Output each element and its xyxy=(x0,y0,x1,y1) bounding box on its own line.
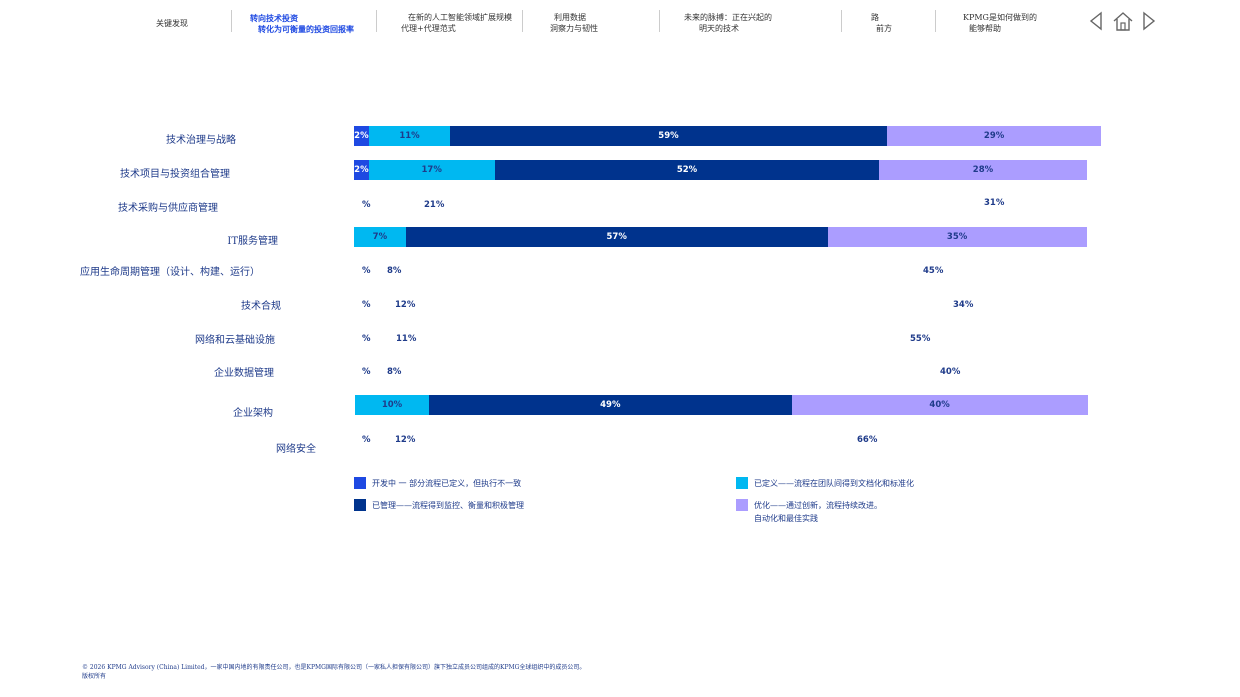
maturity-stacked-bar-chart: 技术治理与战略 2% 11% 59% 29% 技术项目与投资组合管理 2% 17% 52% 28%… xyxy=(0,110,1240,460)
legend-swatch xyxy=(354,477,366,489)
data-label: 40% xyxy=(929,400,950,410)
nav-separator xyxy=(231,10,232,32)
nav-item-future-pulse[interactable]: 未来的脉搏：正在兴起的 明天的技术 xyxy=(684,12,772,34)
nav-item-label: 在新的人工智能领域扩展规模 xyxy=(408,13,512,22)
nav-item-label-2: 转化为可衡量的投资回报率 xyxy=(258,24,354,34)
data-label: 7% xyxy=(372,232,388,242)
category-label: 企业架构 xyxy=(233,408,273,419)
data-label: 12% xyxy=(395,300,416,310)
footer-copyright: © 2026 KPMG Advisory (China) Limited，一家中… xyxy=(82,663,585,681)
category-label: 应用生命周期管理（设计、构建、运行） xyxy=(80,267,260,278)
category-label: 技术采购与供应商管理 xyxy=(118,203,218,214)
category-label: 网络安全 xyxy=(276,444,316,455)
nav-separator xyxy=(522,10,523,32)
category-label: 网络和云基础设施 xyxy=(195,335,275,346)
legend-label: 已管理——流程得到监控、衡量和积极管理 xyxy=(372,501,524,510)
data-label: 59% xyxy=(658,131,679,141)
nav-item-label: 转向技术投资 xyxy=(250,13,298,23)
data-label: 49% xyxy=(600,400,621,410)
copyright-text: © 2026 KPMG Advisory (China) Limited，一家中… xyxy=(82,664,586,671)
data-label: 17% xyxy=(421,165,442,175)
nav-separator xyxy=(935,10,936,32)
legend-label: 开发中 一 部分流程已定义，但执行不一致 xyxy=(372,479,522,488)
data-label: % xyxy=(362,300,371,310)
data-label: 35% xyxy=(946,232,968,242)
legend-swatch xyxy=(736,499,748,511)
nav-item-road-ahead[interactable]: 路 前方 xyxy=(871,12,892,34)
data-label: % xyxy=(362,334,371,344)
nav-item-ai-scale[interactable]: 在新的人工智能领域扩展规模 代理+代理范式 xyxy=(401,12,512,34)
legend-label-line2: 自动化和最佳实践 xyxy=(754,514,818,523)
data-label: 57% xyxy=(606,232,627,242)
data-label: 34% xyxy=(953,300,974,310)
data-label: 66% xyxy=(857,435,878,445)
data-label: 11% xyxy=(396,334,417,344)
data-label: 52% xyxy=(676,165,698,175)
legend-item-managed: 已管理——流程得到监控、衡量和积极管理 xyxy=(354,499,612,512)
data-label: 55% xyxy=(910,334,931,344)
data-label: 12% xyxy=(395,435,416,445)
nav-item-label: 未来的脉搏：正在兴起的 xyxy=(684,13,772,22)
data-label: % xyxy=(362,266,371,276)
data-label: 45% xyxy=(923,266,944,276)
data-label: 40% xyxy=(940,367,961,377)
legend-swatch xyxy=(736,477,748,489)
legend-item-optimized: 优化——通过创新，流程持续改进。 自动化和最佳实践 xyxy=(736,499,994,525)
nav-separator xyxy=(376,10,377,32)
category-label: 企业数据管理 xyxy=(214,368,274,379)
data-label: % xyxy=(362,367,371,377)
legend-label: 已定义——流程在团队间得到文档化和标准化 xyxy=(754,479,914,488)
data-label: 31% xyxy=(984,198,1005,208)
data-label: 11% xyxy=(399,131,420,141)
data-label: 28% xyxy=(972,165,994,175)
legend-label: 优化——通过创新，流程持续改进。 自动化和最佳实践 xyxy=(754,499,994,525)
nav-item-label: 关键发现 xyxy=(156,19,188,28)
previous-arrow-icon[interactable] xyxy=(1089,11,1103,31)
category-label: 技术合规 xyxy=(241,301,281,312)
data-label: 21% xyxy=(424,200,445,210)
nav-item-data-insight[interactable]: 利用数据 洞察力与韧性 xyxy=(550,12,598,34)
data-label: 10% xyxy=(381,400,403,410)
next-arrow-icon[interactable] xyxy=(1142,11,1156,31)
nav-item-tech-investment-roi[interactable]: 转向技术投资 转化为可衡量的投资回报率 xyxy=(250,13,354,35)
nav-item-label-2: 明天的技术 xyxy=(699,24,739,33)
home-icon[interactable] xyxy=(1112,10,1134,32)
nav-separator xyxy=(659,10,660,32)
data-label: 2% xyxy=(354,165,369,175)
legend-item-developing: 开发中 一 部分流程已定义，但执行不一致 xyxy=(354,477,612,490)
legend-item-defined: 已定义——流程在团队间得到文档化和标准化 xyxy=(736,477,994,490)
category-label: IT服务管理 xyxy=(227,236,278,247)
nav-item-label: 利用数据 xyxy=(554,13,586,22)
nav-item-label: 路 xyxy=(871,13,879,22)
nav-item-label: KPMG是如何做到的 xyxy=(963,13,1037,22)
data-label: 29% xyxy=(983,131,1005,141)
data-label: % xyxy=(362,435,371,445)
top-navigation: 关键发现 转向技术投资 转化为可衡量的投资回报率 在新的人工智能领域扩展规模 代… xyxy=(0,0,1240,44)
nav-separator xyxy=(841,10,842,32)
nav-item-label-2: 前方 xyxy=(876,24,892,33)
category-label: 技术项目与投资组合管理 xyxy=(120,169,230,180)
legend-label-line1: 优化——通过创新，流程持续改进。 xyxy=(754,501,882,510)
nav-item-key-findings[interactable]: 关键发现 xyxy=(156,18,188,29)
nav-item-kpmg-help[interactable]: KPMG是如何做到的 能够帮助 xyxy=(963,12,1037,34)
data-label: 2% xyxy=(354,131,369,141)
rights-reserved-text: 版权所有 xyxy=(82,673,107,680)
category-label: 技术治理与战略 xyxy=(166,135,236,146)
nav-item-label-2: 代理+代理范式 xyxy=(401,24,456,33)
data-label: 8% xyxy=(387,266,402,276)
nav-item-label-2: 洞察力与韧性 xyxy=(550,24,598,33)
nav-item-label-2: 能够帮助 xyxy=(969,24,1001,33)
data-label: 8% xyxy=(387,367,402,377)
data-label: % xyxy=(362,200,371,210)
legend-swatch xyxy=(354,499,366,511)
